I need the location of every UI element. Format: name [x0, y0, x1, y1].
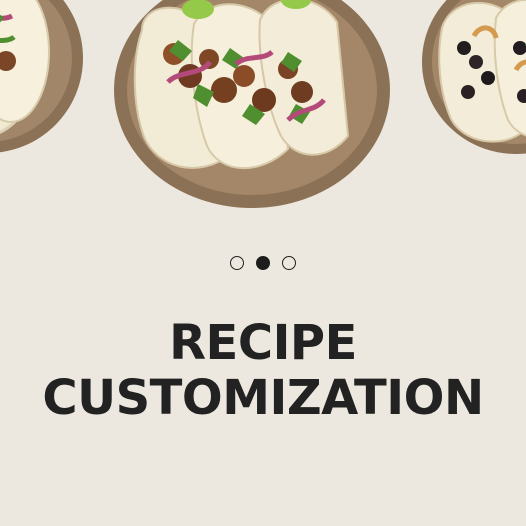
carousel-dot-1[interactable] [230, 256, 244, 270]
carousel-slide-left[interactable] [0, 0, 88, 158]
tacos-plate-image [0, 0, 83, 153]
image-carousel[interactable] [0, 0, 526, 230]
carousel-slide-right[interactable] [420, 0, 526, 156]
carousel-dot-3[interactable] [282, 256, 296, 270]
carousel-pagination [230, 254, 296, 272]
page-title: RECIPE CUSTOMIZATION [0, 316, 526, 425]
carousel-slide-center[interactable] [112, 0, 392, 214]
carousel-dot-2[interactable] [256, 256, 270, 270]
black-bean-tacos-image [422, 0, 526, 154]
tacos-plate-image [114, 0, 390, 208]
headline-line-2: CUSTOMIZATION [42, 369, 484, 426]
headline-line-1: RECIPE [169, 315, 357, 371]
